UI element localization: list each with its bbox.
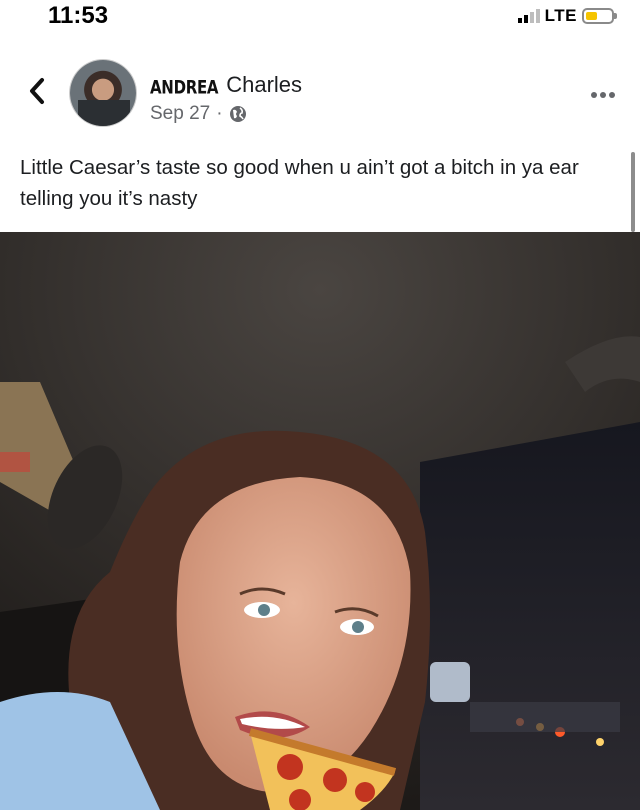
more-options-button[interactable] — [590, 80, 616, 104]
selfie-image — [0, 232, 640, 810]
battery-icon — [582, 8, 617, 24]
chevron-left-icon — [30, 78, 44, 104]
scrollbar[interactable] — [631, 152, 635, 232]
avatar[interactable] — [70, 60, 136, 126]
post-date[interactable]: Sep 27 — [150, 103, 210, 125]
post-meta: Sep 27 · — [150, 103, 247, 125]
back-button[interactable] — [22, 74, 52, 108]
network-label: LTE — [544, 6, 577, 25]
status-bar: 11:53 LTE — [0, 0, 640, 34]
globe-icon — [229, 106, 246, 122]
signal-icon — [517, 9, 540, 23]
author-first-name: ANDREA — [150, 75, 219, 99]
status-time: 11:53 — [48, 2, 109, 29]
more-dots-icon — [591, 92, 615, 98]
meta-separator: · — [216, 103, 223, 124]
post-photo[interactable] — [0, 232, 640, 810]
post-text: Little Caesar’s taste so good when u ain… — [20, 156, 579, 210]
author-name[interactable]: ANDREA Charles — [150, 72, 302, 98]
status-indicators: LTE — [517, 6, 617, 26]
author-last-name: Charles — [226, 72, 303, 97]
